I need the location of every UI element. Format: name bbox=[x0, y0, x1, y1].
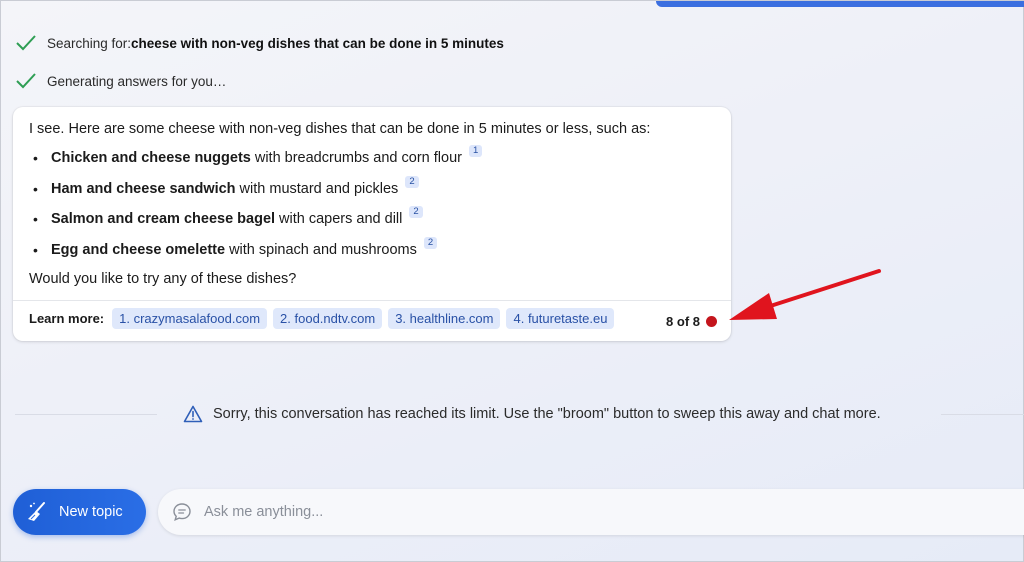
dish-title: Egg and cheese omelette bbox=[51, 241, 226, 258]
list-item: • Ham and cheese sandwich with mustard a… bbox=[33, 175, 482, 209]
citation-badge[interactable]: 2 bbox=[405, 175, 419, 188]
answer-list: • Chicken and cheese nuggets with breadc… bbox=[33, 145, 483, 270]
new-topic-button[interactable]: New topic bbox=[13, 489, 146, 535]
turn-count-text: 8 of 8 bbox=[666, 314, 700, 329]
generating-status: Generating answers for you… bbox=[15, 72, 226, 90]
bullet: • bbox=[33, 180, 38, 197]
dish-detail: with capers and dill bbox=[279, 211, 403, 227]
divider-left bbox=[15, 414, 157, 415]
source-link-2[interactable]: 2. food.ndtv.com bbox=[273, 308, 383, 329]
learn-more-label: Learn more: bbox=[29, 311, 105, 326]
answer-outro: Would you like to try any of these dishe… bbox=[29, 271, 297, 287]
dish-title: Ham and cheese sandwich bbox=[51, 180, 236, 197]
searching-query: cheese with non-veg dishes that can be d… bbox=[131, 35, 504, 51]
bullet: • bbox=[33, 211, 38, 227]
bullet: • bbox=[33, 150, 38, 166]
list-item: • Chicken and cheese nuggets with breadc… bbox=[33, 145, 483, 178]
ask-box[interactable] bbox=[158, 489, 1024, 535]
searching-status: Searching for: cheese with non-veg dishe… bbox=[15, 34, 504, 52]
list-item: • Salmon and cream cheese bagel with cap… bbox=[33, 206, 482, 239]
citation-badge[interactable]: 2 bbox=[423, 236, 438, 249]
check-icon bbox=[16, 35, 36, 51]
learn-more-row: Learn more: 1. crazymasalafood.com 2. fo… bbox=[29, 308, 620, 329]
citation-badge[interactable]: 2 bbox=[409, 206, 423, 218]
generating-text: Generating answers for you… bbox=[47, 73, 227, 89]
source-link-1[interactable]: 1. crazymasalafood.com bbox=[112, 308, 268, 329]
broom-icon bbox=[28, 502, 45, 521]
dish-detail: with spinach and mushrooms bbox=[229, 241, 417, 258]
dish-title: Chicken and cheese nuggets bbox=[51, 150, 251, 166]
new-topic-label: New topic bbox=[59, 504, 123, 520]
citation-badge[interactable]: 1 bbox=[468, 145, 483, 157]
limit-indicator-dot bbox=[706, 316, 717, 327]
bullet: • bbox=[33, 241, 38, 258]
list-item: • Egg and cheese omelette with spinach a… bbox=[33, 236, 482, 270]
chat-bubble-icon bbox=[173, 503, 191, 522]
dish-title: Salmon and cream cheese bagel bbox=[51, 211, 276, 227]
warning-icon bbox=[183, 405, 203, 423]
limit-message: Sorry, this conversation has reached its… bbox=[183, 405, 881, 423]
dish-detail: with mustard and pickles bbox=[239, 180, 399, 197]
limit-notice: Sorry, this conversation has reached its… bbox=[1, 403, 1024, 427]
divider-right bbox=[941, 414, 1024, 415]
answer-card: I see. Here are some cheese with non-veg… bbox=[13, 107, 731, 341]
answer-intro: I see. Here are some cheese with non-veg… bbox=[29, 121, 651, 137]
top-accent-bar bbox=[656, 1, 1024, 7]
card-divider bbox=[13, 300, 731, 301]
check-icon bbox=[16, 73, 36, 89]
turn-counter: 8 of 8 bbox=[666, 314, 717, 329]
source-link-4[interactable]: 4. futuretaste.eu bbox=[506, 308, 615, 329]
searching-prefix: Searching for: bbox=[47, 35, 132, 51]
source-link-3[interactable]: 3. healthline.com bbox=[388, 308, 501, 329]
ask-input[interactable] bbox=[204, 504, 984, 520]
limit-message-text: Sorry, this conversation has reached its… bbox=[213, 406, 881, 422]
dish-detail: with breadcrumbs and corn flour bbox=[254, 150, 462, 166]
